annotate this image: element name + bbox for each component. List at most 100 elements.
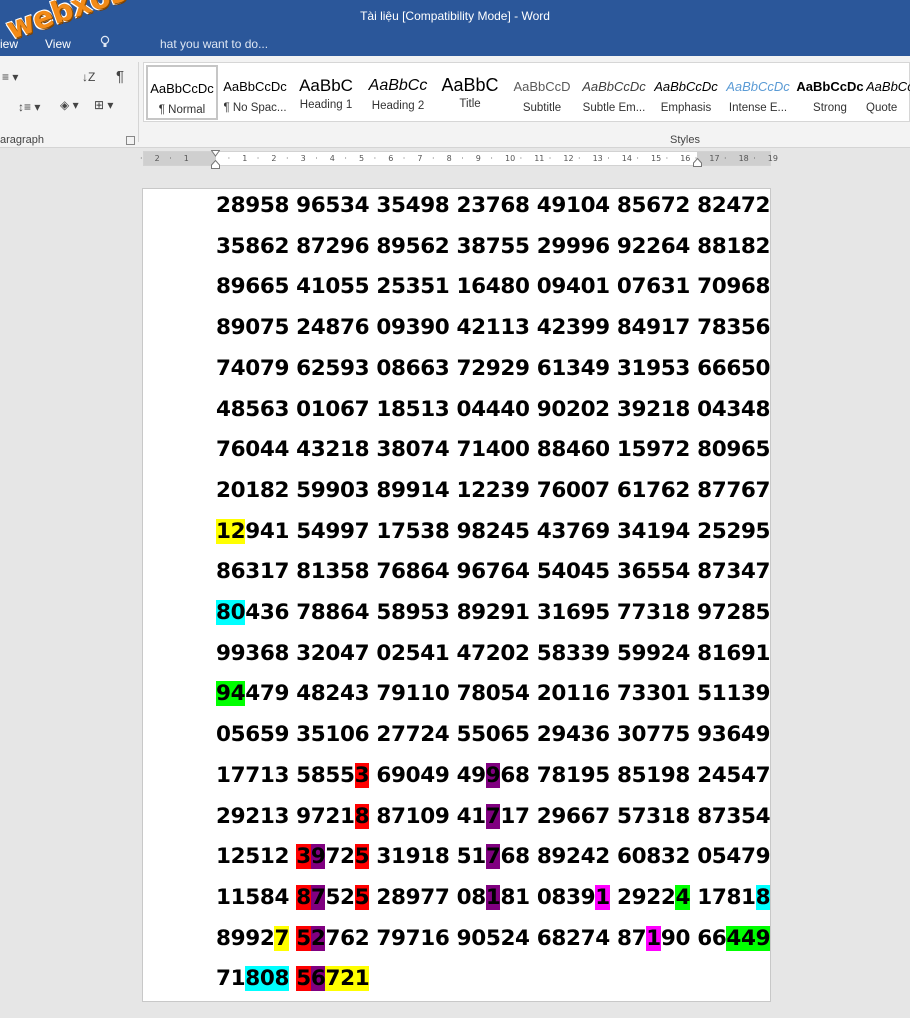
- ruler-tick: 6: [388, 154, 394, 163]
- ribbon-tabs: iew View hat you want to do...: [0, 30, 910, 56]
- ruler-tick: 12: [563, 154, 574, 163]
- number-line: 94479 48243 79110 78054 20116 73301 5113…: [216, 680, 771, 708]
- highlighted-digits: 5: [296, 966, 311, 992]
- ruler-tick: 17: [709, 154, 720, 163]
- number-line: 89075 24876 09390 42113 42399 84917 7835…: [216, 314, 771, 342]
- style-preview: AaBbCcDc: [582, 79, 646, 94]
- style-preview: AaBbC: [299, 76, 353, 95]
- style-label: Quote: [866, 102, 898, 114]
- document-page[interactable]: 28958 96534 35498 23768 49104 85672 8247…: [142, 188, 771, 1002]
- ruler-dot: ·: [315, 154, 318, 163]
- line-text: 68 78195 85198 24547: [500, 762, 771, 788]
- ruler-tick: 18: [738, 154, 749, 163]
- highlighted-digits: 4: [675, 884, 691, 910]
- style-label: Intense E...: [728, 102, 788, 114]
- number-line: 89665 41055 25351 16480 09401 07631 7096…: [216, 273, 771, 301]
- line-text: 17713 5855: [216, 762, 355, 788]
- line-text: 20182 59903 89914 12239 76007 61762 8776…: [216, 477, 771, 503]
- line-text: 762 79716 90524 68274 87: [325, 925, 647, 951]
- hanging-indent-icon[interactable]: [211, 160, 220, 169]
- style-subtitle[interactable]: AaBbCcD Subtitle: [506, 65, 578, 120]
- style-label: Emphasis: [660, 102, 712, 114]
- style-quote[interactable]: AaBbCcDc Quote: [866, 65, 910, 120]
- highlighted-digits: 7: [274, 925, 290, 951]
- line-text: 436 78864 58953 89291 31695 77318 97285: [245, 600, 771, 625]
- ruler-tick: 7: [417, 154, 423, 163]
- style-label: Subtle Em...: [582, 102, 646, 114]
- number-line: 74079 62593 08663 72929 61349 31953 6665…: [216, 355, 771, 383]
- number-line: 86317 81358 76864 96764 54045 36554 8734…: [216, 558, 771, 586]
- highlighted-digits: 8: [354, 803, 370, 829]
- style-normal[interactable]: AaBbCcDc ¶ Normal: [146, 65, 218, 120]
- highlighted-digits: 12: [216, 518, 246, 544]
- highlighted-digits: 5: [354, 844, 370, 870]
- highlighted-digits: 7: [485, 803, 501, 829]
- line-text: 72: [325, 844, 355, 870]
- number-line: 35862 87296 89562 38755 29996 92264 8818…: [216, 233, 771, 261]
- line-text: 05659 35106 27724 55065 29436 30775 9364…: [216, 722, 771, 748]
- line-text: 69049 49: [369, 762, 486, 788]
- borders-icon[interactable]: ⊞ ▾: [94, 98, 113, 112]
- highlighted-digits: 80: [216, 600, 246, 625]
- dialog-launcher-icon[interactable]: [126, 136, 135, 145]
- style-heading-1[interactable]: AaBbC Heading 1: [290, 65, 362, 120]
- ruler-tick: 11: [534, 154, 545, 163]
- ruler-dot: ·: [519, 154, 523, 163]
- highlighted-digits: 3: [296, 844, 311, 870]
- number-line: 29213 97218 87109 41717 29667 57318 8735…: [216, 803, 771, 831]
- number-line: 76044 43218 38074 71400 88460 15972 8096…: [216, 436, 771, 464]
- highlighted-digits: 449: [726, 925, 771, 951]
- ruler-tick: 1: [183, 154, 189, 163]
- ruler-dot: ·: [373, 154, 377, 163]
- first-line-indent-icon[interactable]: [211, 150, 220, 159]
- ruler-tick: 14: [621, 154, 632, 163]
- style-label: Heading 1: [299, 99, 353, 111]
- number-line: 12941 54997 17538 98245 43769 34194 2529…: [216, 518, 771, 546]
- style-heading-2[interactable]: AaBbCc Heading 2: [362, 65, 434, 120]
- style-title[interactable]: AaBbC Title: [434, 65, 506, 120]
- highlighted-digits: 808: [245, 966, 290, 992]
- ruler-tick: 9: [475, 154, 481, 163]
- line-text: 31918 51: [369, 844, 486, 870]
- style-intense-emphasis[interactable]: AaBbCcDc Intense E...: [722, 65, 794, 120]
- style-preview: AaBbC: [441, 75, 499, 95]
- number-line: 99368 32047 02541 47202 58339 59924 8169…: [216, 640, 771, 668]
- style-emphasis[interactable]: AaBbCcDc Emphasis: [650, 65, 722, 120]
- ruler-tick: 3: [300, 154, 306, 163]
- ruler-dot: ·: [256, 154, 260, 163]
- ruler-tick: 19: [767, 154, 778, 163]
- number-line: 28958 96534 35498 23768 49104 85672 8247…: [216, 192, 771, 220]
- highlighted-digits: 3: [354, 762, 370, 788]
- highlighted-digits: 721: [325, 966, 370, 992]
- ruler-tick: 15: [651, 154, 662, 163]
- line-text: 90 66: [660, 925, 727, 951]
- ruler-dot: ·: [578, 154, 581, 163]
- ruler-dot: ·: [724, 154, 727, 163]
- line-spacing-icon[interactable]: ↕≡ ▾: [18, 100, 40, 114]
- ruler-right-margin: [697, 152, 770, 165]
- style-preview: AaBbCcDc: [654, 79, 718, 94]
- horizontal-ruler[interactable]: 2 · 1 · 1 · 2 · 3 · 4 · 5 · 6 · 7 · 8 · 9 · 10 · 11 · 12 · 13 · 14 · 15 ·…: [140, 150, 778, 169]
- style-subtle-emphasis[interactable]: AaBbCcDc Subtle Em...: [578, 65, 650, 120]
- style-no-spacing[interactable]: AaBbCcDc ¶ No Spac...: [219, 65, 291, 120]
- highlighted-digits: 94: [216, 681, 246, 707]
- ribbon: ≡ ▾ ↓Z ¶ ↕≡ ▾ ◈ ▾ ⊞ ▾ aragraph AaBbCcDc …: [0, 56, 910, 148]
- group-separator: [138, 62, 139, 142]
- sort-icon[interactable]: ↓Z: [82, 70, 95, 84]
- ruler-dot: ·: [402, 154, 406, 163]
- ruler-tick: 4: [329, 154, 335, 163]
- style-label: ¶ No Spac...: [223, 102, 287, 114]
- style-strong[interactable]: AaBbCcDc Strong: [794, 65, 866, 120]
- line-text: 86317 81358 76864 96764 54045 36554 8734…: [216, 559, 771, 585]
- tab-view[interactable]: View: [45, 37, 71, 51]
- ruler-tick: 1: [242, 154, 248, 163]
- style-preview: AaBbCcDc: [726, 79, 790, 94]
- highlighted-digits: 7: [485, 844, 501, 870]
- line-text: 8992: [216, 925, 275, 951]
- pilcrow-icon[interactable]: ¶: [116, 68, 124, 85]
- shading-icon[interactable]: ◈ ▾: [60, 98, 79, 112]
- style-preview: AaBbCc: [368, 77, 428, 94]
- list-icon[interactable]: ≡ ▾: [2, 70, 18, 84]
- tell-me-input[interactable]: hat you want to do...: [160, 37, 268, 51]
- style-label: Title: [459, 98, 481, 110]
